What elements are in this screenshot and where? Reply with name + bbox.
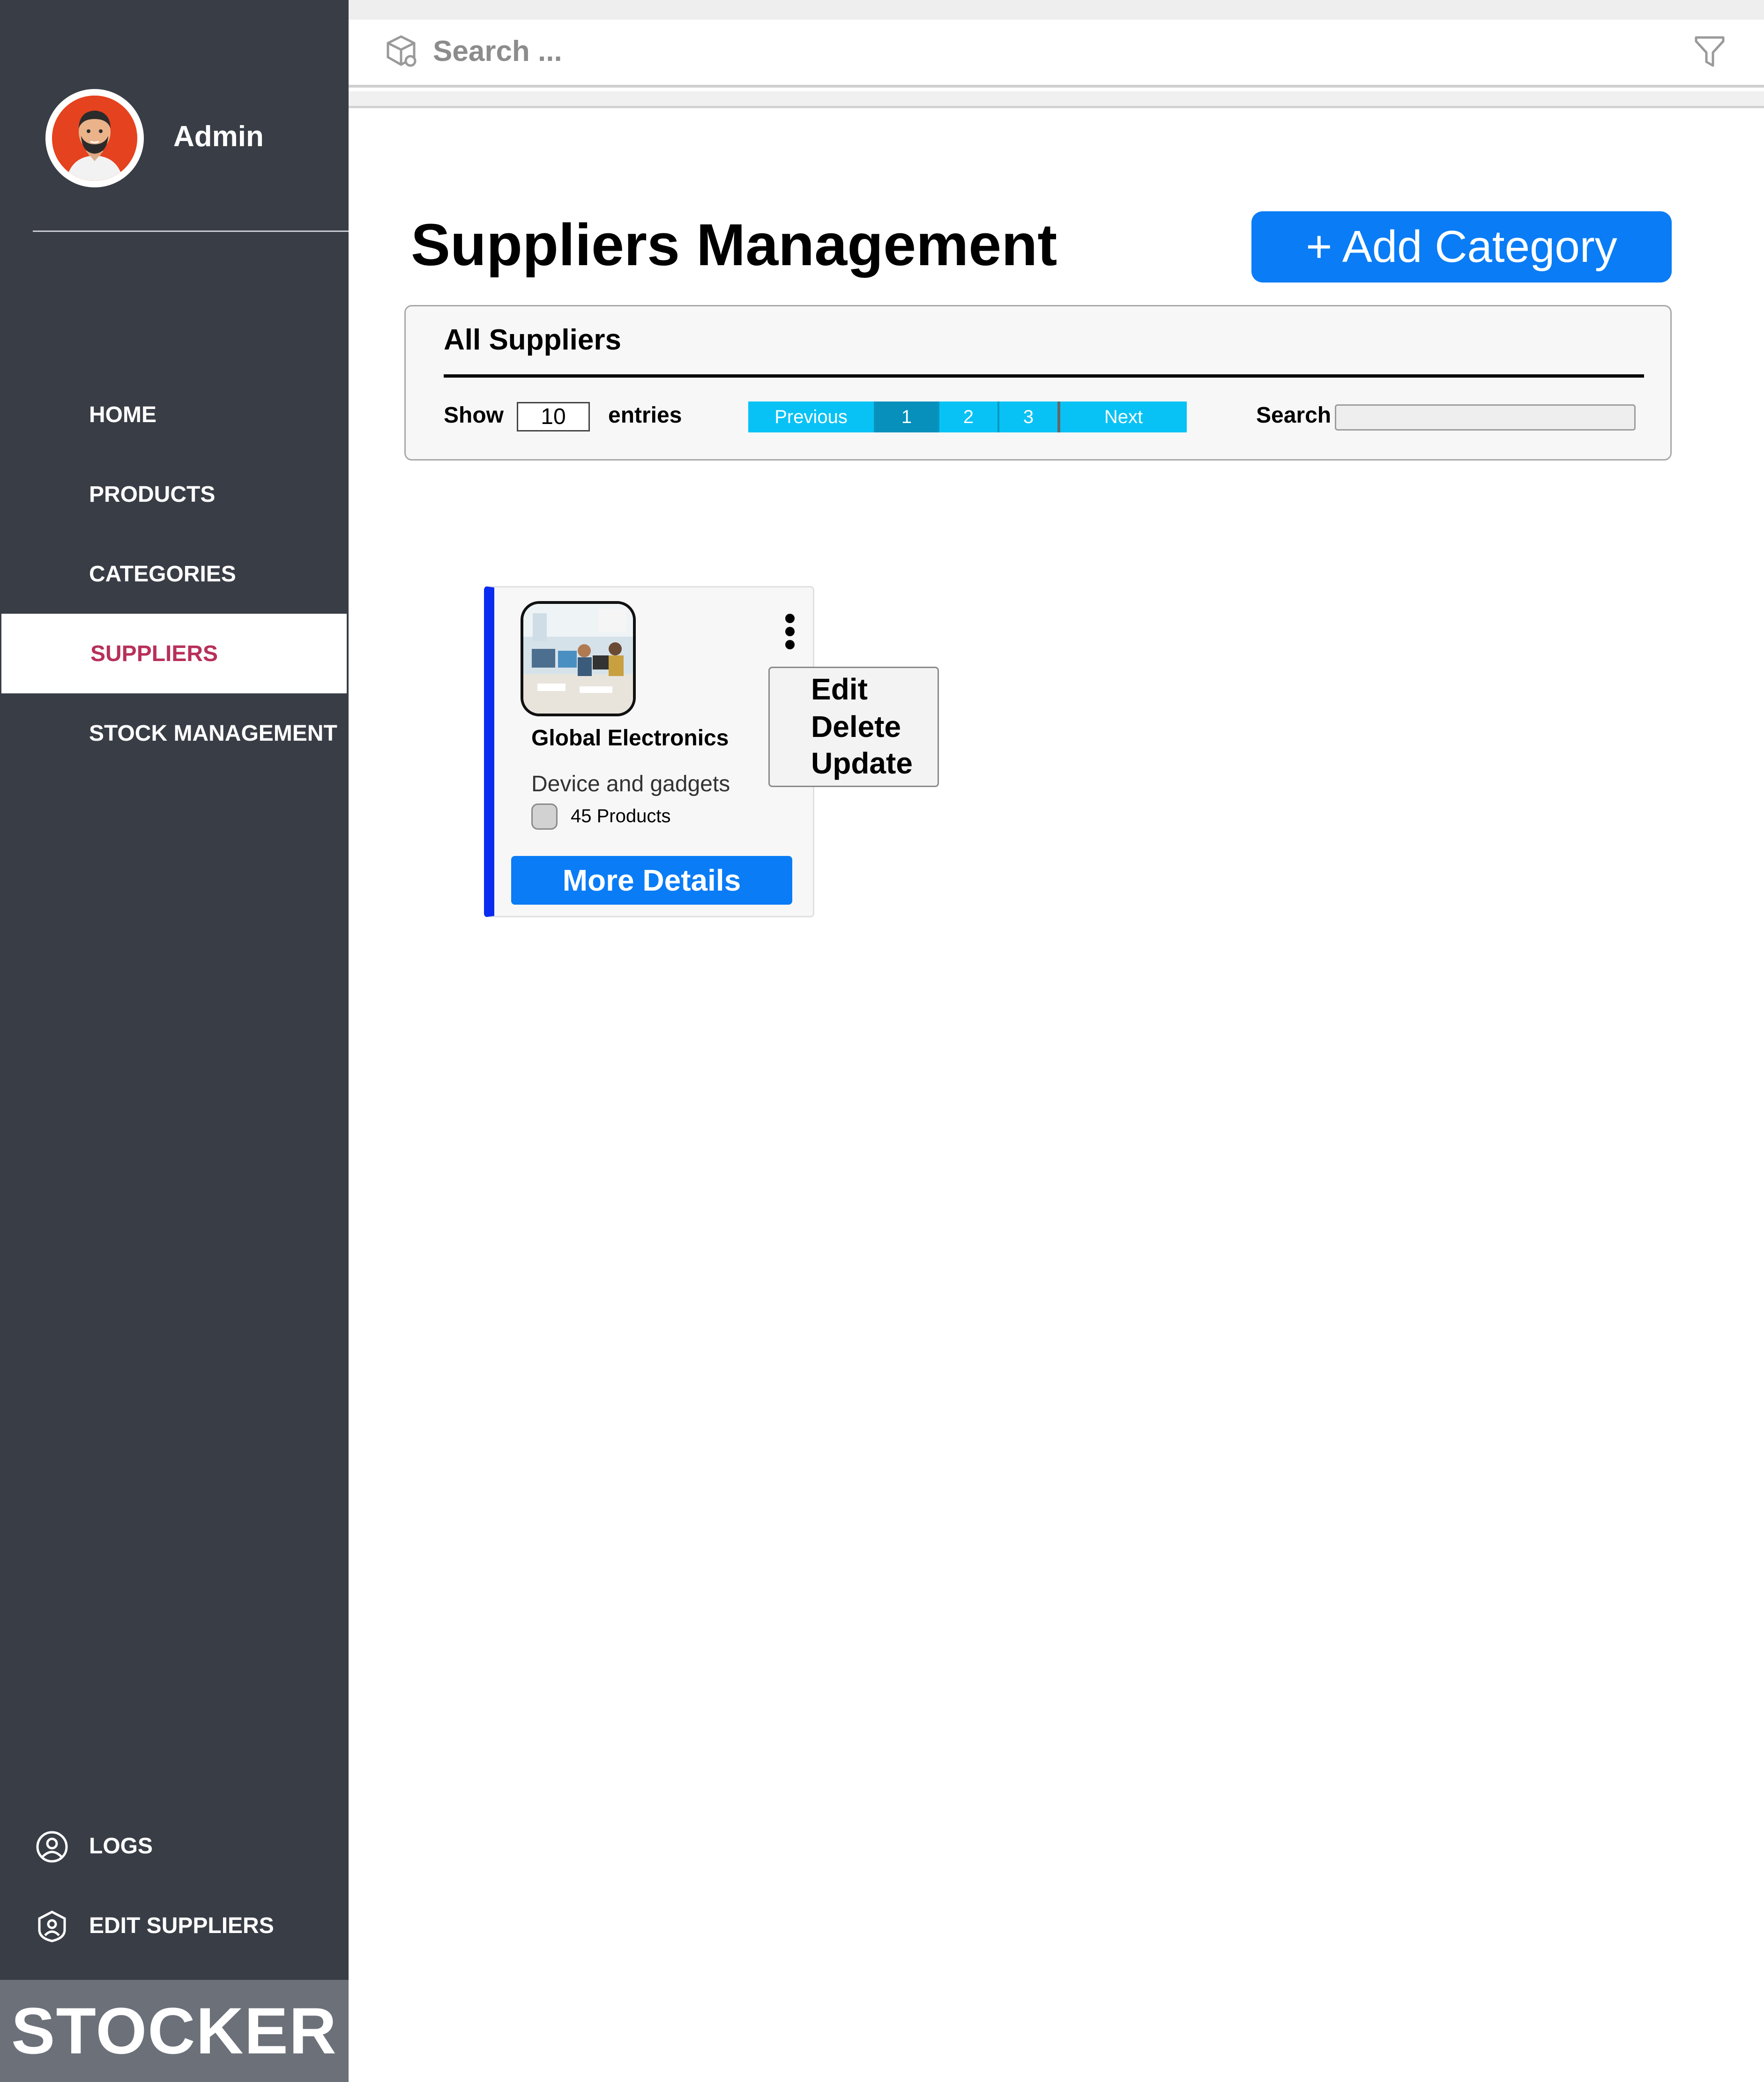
sidebar-item-suppliers[interactable]: SUPPLIERS (1, 614, 347, 693)
app-root: Admin HOME PRODUCTS CATEGORIES SUPPLIERS… (0, 0, 1764, 2082)
sidebar-item-logs[interactable]: LOGS (0, 1820, 347, 1872)
more-options-icon[interactable] (782, 613, 797, 650)
pagination-previous-button[interactable]: Previous (748, 402, 876, 432)
brand-logo: STOCKER (0, 1980, 349, 2082)
sidebar-item-categories[interactable]: CATEGORIES (0, 534, 347, 614)
panel-divider (444, 374, 1644, 378)
add-category-button[interactable]: + Add Category (1251, 211, 1672, 283)
top-strip (349, 0, 1764, 20)
menu-item-update[interactable]: Update (811, 746, 913, 781)
entries-select[interactable]: 10 (517, 402, 590, 431)
sidebar-item-label: LOGS (89, 1834, 153, 1859)
sidebar-item-stock-management[interactable]: STOCK MANAGEMENT (0, 693, 347, 773)
table-search-input[interactable] (1335, 404, 1636, 431)
avatar[interactable] (45, 89, 144, 187)
sidebar: Admin HOME PRODUCTS CATEGORIES SUPPLIERS… (0, 0, 349, 2082)
supplier-products-count: 45 Products (571, 806, 671, 826)
pagination: Previous 1 2 3 Next (748, 402, 1187, 432)
menu-item-edit[interactable]: Edit (811, 672, 868, 706)
search-input[interactable]: Search ... (433, 35, 562, 68)
sidebar-item-products[interactable]: PRODUCTS (0, 454, 347, 534)
sidebar-item-edit-suppliers[interactable]: EDIT SUPPLIERS (0, 1900, 347, 1951)
more-details-button[interactable]: More Details (511, 856, 792, 905)
filter-icon[interactable] (1693, 34, 1726, 69)
supplier-name: Global Electronics (531, 726, 729, 751)
package-search-icon[interactable] (383, 34, 419, 69)
page-title: Suppliers Management (411, 212, 1057, 278)
sidebar-divider (33, 231, 349, 232)
suppliers-panel: All Suppliers Show 10 entries Previous 1… (404, 305, 1672, 461)
pagination-page-2[interactable]: 2 (939, 402, 999, 432)
supplier-description: Device and gadgets (531, 772, 730, 796)
sidebar-item-label: EDIT SUPPLIERS (89, 1913, 274, 1938)
user-circle-icon (36, 1831, 68, 1863)
pagination-next-button[interactable]: Next (1060, 402, 1187, 432)
show-label: Show (444, 403, 504, 428)
supplier-image (521, 601, 636, 716)
pagination-page-1[interactable]: 1 (876, 402, 939, 432)
pagination-page-3[interactable]: 3 (999, 402, 1060, 432)
user-name: Admin (173, 120, 264, 153)
avatar-illustration (52, 96, 137, 181)
menu-item-delete[interactable]: Delete (811, 709, 901, 744)
products-checkbox[interactable] (531, 803, 558, 830)
panel-title: All Suppliers (444, 324, 621, 356)
card-context-menu: Edit Delete Update (768, 667, 939, 787)
sidebar-item-home[interactable]: HOME (0, 375, 347, 454)
top-bar-divider (349, 91, 1764, 108)
entries-label: entries (608, 403, 682, 428)
table-search-label: Search (1256, 403, 1332, 428)
user-shield-icon (38, 1911, 66, 1942)
